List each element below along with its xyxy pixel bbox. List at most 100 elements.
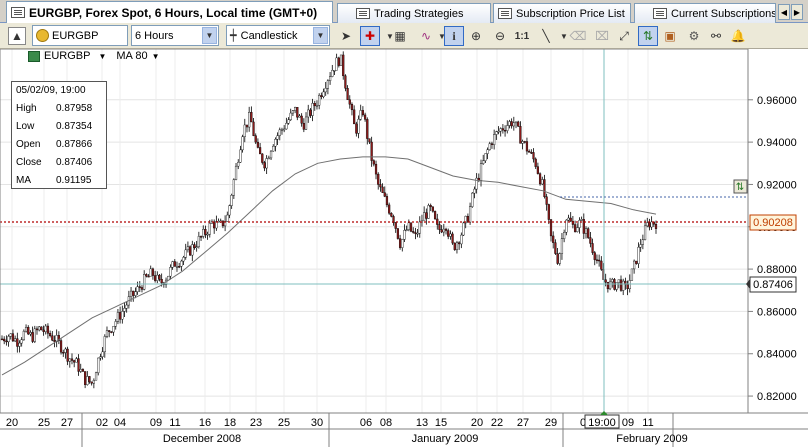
eraser-icon[interactable]: ⌫: [568, 26, 588, 46]
tab-scroll-right-icon[interactable]: ▶: [791, 4, 803, 20]
candle-body: [580, 219, 583, 221]
x-tick-label: 20: [6, 417, 18, 429]
x-tick-label: 09: [150, 417, 162, 429]
candle-body: [62, 352, 65, 354]
candle-body: [149, 268, 152, 277]
y-tick-label: 0.88000: [757, 264, 797, 276]
candle-body: [528, 150, 531, 153]
expand-icon[interactable]: ⤢: [614, 26, 634, 46]
month-label: January 2009: [412, 433, 479, 445]
tab-eurgbp-chart[interactable]: EURGBP, Forex Spot, 6 Hours, Local time …: [6, 1, 333, 23]
chart-tab-icon: [11, 7, 25, 18]
zoom-reset-icon[interactable]: 1:1: [512, 26, 532, 46]
tab-trading-strategies[interactable]: Trading Strategies: [337, 3, 491, 23]
grid-icon[interactable]: ▦: [390, 26, 410, 46]
zoom-in-icon[interactable]: ⊕: [466, 26, 486, 46]
candle-body: [285, 123, 288, 130]
link-icon[interactable]: ⚯: [706, 26, 726, 46]
candle-body: [545, 196, 548, 205]
erase-all-icon[interactable]: ⌧: [592, 26, 612, 46]
candle-body: [134, 291, 137, 296]
candle-body: [339, 54, 343, 66]
ohlc-info-box: 05/02/09, 19:00 High 0.87958 Low 0.87354 O…: [11, 81, 107, 189]
candle-body: [514, 121, 518, 124]
chart-type-select[interactable]: ┿ Candlestick ▼: [226, 25, 330, 46]
interval-select[interactable]: 6 Hours ▼: [131, 25, 219, 46]
candle-body: [193, 244, 196, 248]
candle-body: [379, 184, 382, 188]
candle-body: [453, 242, 456, 250]
candle-body: [584, 228, 588, 234]
pointer-icon[interactable]: ➤: [336, 26, 356, 46]
candle-body: [438, 224, 441, 230]
candle-body: [300, 115, 303, 124]
candle-body: [576, 227, 579, 232]
candle-body: [455, 242, 459, 250]
order-icon[interactable]: ⇅: [638, 26, 658, 46]
candle-body: [158, 274, 161, 280]
candle-body: [523, 141, 526, 143]
candle-body: [105, 330, 109, 337]
chevron-down-icon[interactable]: ▼: [98, 52, 106, 61]
info-icon[interactable]: i: [444, 26, 464, 46]
legend-symbol[interactable]: EURGBP: [44, 50, 90, 62]
y-tick-label: 0.82000: [757, 391, 797, 403]
x-tick-label: 06: [360, 417, 372, 429]
candle-body: [14, 338, 17, 342]
candle-body: [263, 162, 266, 169]
symbol-select[interactable]: EURGBP: [32, 25, 128, 46]
candle-body: [208, 223, 211, 235]
candle-body: [298, 115, 301, 118]
candle-body: [289, 112, 292, 120]
collapse-icon[interactable]: ▲: [8, 27, 26, 45]
candle-body: [70, 358, 74, 361]
tab-subscription-price-list[interactable]: Subscription Price List: [493, 3, 631, 23]
candle-body: [488, 143, 491, 150]
document-tab-icon: [498, 8, 512, 19]
alert-bell-icon[interactable]: 🔔: [728, 26, 748, 46]
candle-body: [517, 121, 520, 127]
tab-current-subscriptions[interactable]: Current Subscriptions: [634, 3, 776, 23]
candle-body: [503, 129, 507, 132]
candle-body: [81, 369, 85, 372]
crosshair-icon[interactable]: ✚: [360, 26, 380, 46]
candle-body: [462, 222, 465, 236]
y-tick-label: 0.86000: [757, 306, 797, 318]
candle-body: [619, 279, 623, 291]
candle-body: [88, 376, 91, 383]
candle-body: [3, 338, 6, 342]
candle-body: [396, 228, 399, 239]
legend-indicator[interactable]: MA 80: [116, 50, 147, 62]
candle-body: [116, 312, 120, 322]
tab-scroll-left-icon[interactable]: ◀: [778, 4, 790, 20]
candle-body: [622, 280, 625, 291]
zoom-out-icon[interactable]: ⊖: [490, 26, 510, 46]
candle-body: [276, 135, 279, 140]
candle-body: [147, 275, 150, 278]
candle-body: [272, 145, 275, 152]
current-price-value: 0.90208: [753, 217, 793, 229]
candle-body: [226, 214, 229, 222]
candle-body: [46, 325, 50, 334]
candle-body: [129, 290, 133, 297]
candle-body: [361, 110, 365, 116]
candle-body: [241, 136, 244, 151]
price-chart[interactable]: ⇅ 0.820000.840000.860000.880000.900000.9…: [0, 49, 808, 447]
template-icon[interactable]: ▣: [660, 26, 680, 46]
candle-body: [377, 173, 380, 185]
candle-body: [252, 121, 255, 136]
candle-body: [22, 330, 25, 340]
line-tool-icon[interactable]: ╲: [536, 26, 556, 46]
candle-body: [221, 220, 225, 227]
candle-body: [320, 95, 323, 98]
candle-body: [493, 134, 496, 146]
candle-body: [68, 358, 71, 362]
candle-body: [16, 338, 19, 347]
candle-body: [635, 260, 638, 264]
chevron-down-icon[interactable]: ▼: [152, 52, 160, 61]
x-tick-label: 20: [471, 417, 483, 429]
candle-body: [388, 204, 391, 214]
properties-icon[interactable]: ⚙: [684, 26, 704, 46]
candle-body: [587, 228, 590, 238]
candle-body: [265, 158, 268, 169]
